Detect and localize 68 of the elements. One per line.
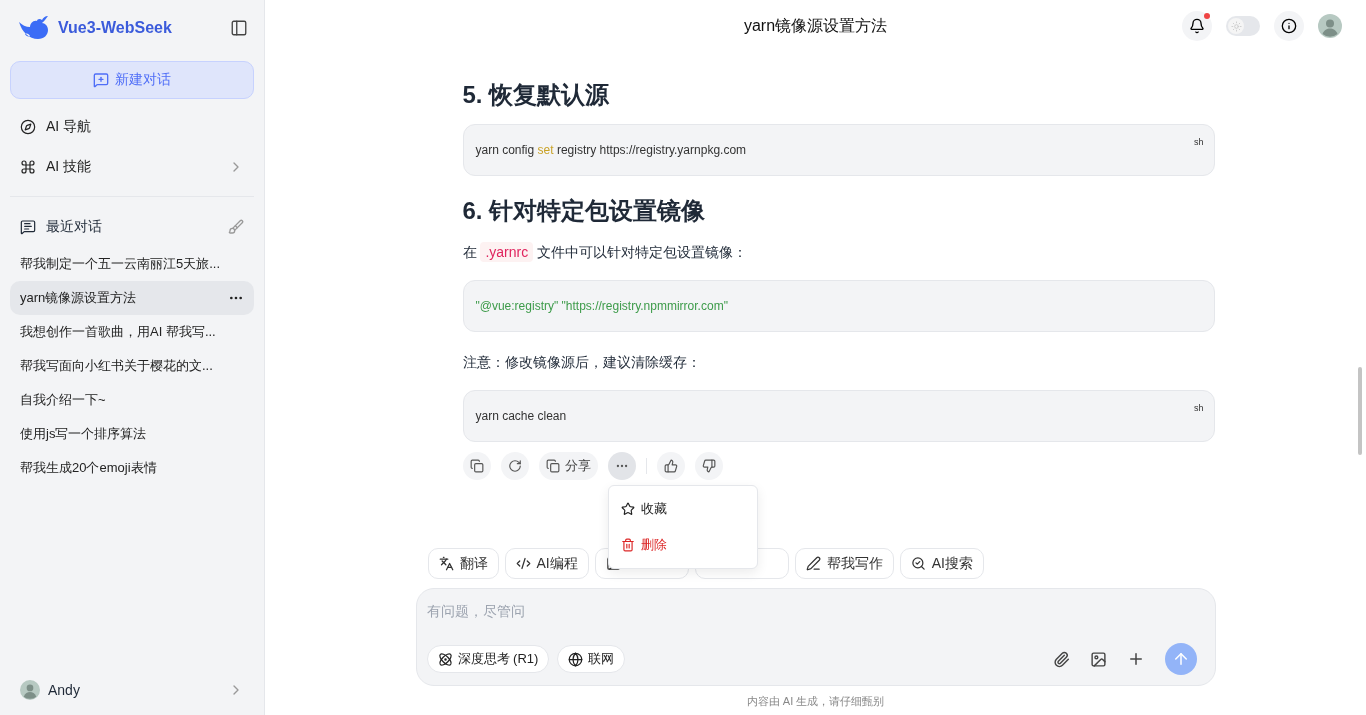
chat-plus-icon [93, 72, 109, 88]
info-icon [1281, 18, 1297, 34]
translate-icon [438, 556, 454, 571]
compass-icon [20, 119, 36, 135]
menu-item[interactable]: 删除 [608, 527, 757, 563]
conversation-item[interactable]: 使用js写一个排序算法 [10, 417, 254, 451]
share-button[interactable]: 分享 [538, 452, 598, 480]
disclaimer: 内容由 AI 生成，请仔细甄别 [745, 694, 886, 709]
globe-icon [568, 651, 584, 667]
copy-icon [545, 459, 560, 473]
nav-item[interactable]: AI 技能 [10, 147, 254, 187]
feature-toggle[interactable]: 联网 [557, 645, 626, 673]
search-icon [910, 556, 926, 571]
attachment-icon[interactable] [1052, 650, 1070, 668]
prompt-chip[interactable]: 帮我写作 [794, 548, 894, 579]
menu-item[interactable]: 收藏 [608, 491, 757, 527]
pen-icon [805, 556, 821, 571]
scrollbar[interactable] [1358, 367, 1362, 455]
sun-icon [1230, 20, 1242, 32]
prompt-chip[interactable]: AI编程 [504, 548, 589, 579]
code-block: yarn config set registry https://registry.yarnpkg.com sh [462, 124, 1215, 176]
atom-icon [437, 651, 453, 667]
feature-toggle[interactable]: 深度思考 (R1) [426, 645, 550, 673]
whale-logo-icon [16, 14, 50, 42]
chat-icon [20, 219, 36, 235]
thumbs-down-icon [701, 459, 716, 473]
chat-title: yarn镜像源设置方法 [743, 15, 888, 36]
thumbs-up-icon [663, 459, 678, 473]
conversation-item[interactable]: 帮我制定一个五一云南丽江5天旅... [10, 247, 254, 281]
section-heading: 5. 恢复默认源 [462, 80, 611, 110]
info-button[interactable] [1274, 11, 1304, 41]
notification-button[interactable] [1182, 11, 1212, 41]
conversation-item[interactable]: 帮我写面向小红书关于樱花的文... [10, 349, 254, 383]
bell-icon [1189, 18, 1205, 34]
message-input[interactable]: 有问题，尽管问 [426, 599, 1205, 623]
command-icon [20, 159, 36, 175]
nav-item[interactable]: AI 导航 [10, 107, 254, 147]
copy-icon [469, 459, 484, 473]
trash-icon [620, 538, 635, 552]
paragraph: 注意：修改镜像源后，建议清除缓存： [462, 353, 702, 372]
paragraph: 在 .yarnrc 文件中可以针对特定包设置镜像： [462, 241, 749, 264]
conversation-item[interactable]: 我想创作一首歌曲，用AI 帮我写... [10, 315, 254, 349]
conversation-item[interactable]: 自我介绍一下~ [10, 383, 254, 417]
refresh-icon [507, 459, 522, 473]
code-block: "@vue:registry" "https://registry.npmmirror.com" [462, 280, 1215, 332]
brush-icon[interactable] [228, 219, 244, 235]
copy-button[interactable] [462, 452, 491, 480]
section-heading: 6. 针对特定包设置镜像 [462, 196, 707, 226]
new-chat-button[interactable]: 新建对话 [10, 61, 254, 99]
language-label: sh [1194, 403, 1204, 413]
star-icon [620, 502, 635, 516]
sidebar-toggle-icon[interactable] [230, 19, 248, 37]
avatar-icon[interactable] [20, 680, 40, 700]
app-name: Vue3-WebSeek [58, 19, 172, 37]
conversation-item[interactable]: yarn镜像源设置方法 [10, 281, 254, 315]
prompt-chip[interactable]: 翻译 [427, 548, 499, 579]
section-title: 最近对话 [46, 218, 103, 236]
dislike-button[interactable] [694, 452, 723, 480]
code-icon [515, 556, 531, 571]
conversation-item[interactable]: 帮我生成20个emoji表情 [10, 451, 254, 485]
theme-toggle[interactable] [1226, 16, 1260, 36]
like-button[interactable] [656, 452, 685, 480]
language-label: sh [1194, 137, 1204, 147]
user-name[interactable]: Andy [48, 682, 220, 698]
prompt-chip[interactable]: AI搜索 [899, 548, 984, 579]
code-block: yarn cache clean sh [462, 390, 1215, 442]
avatar-icon[interactable] [1318, 14, 1342, 38]
regenerate-button[interactable] [500, 452, 529, 480]
